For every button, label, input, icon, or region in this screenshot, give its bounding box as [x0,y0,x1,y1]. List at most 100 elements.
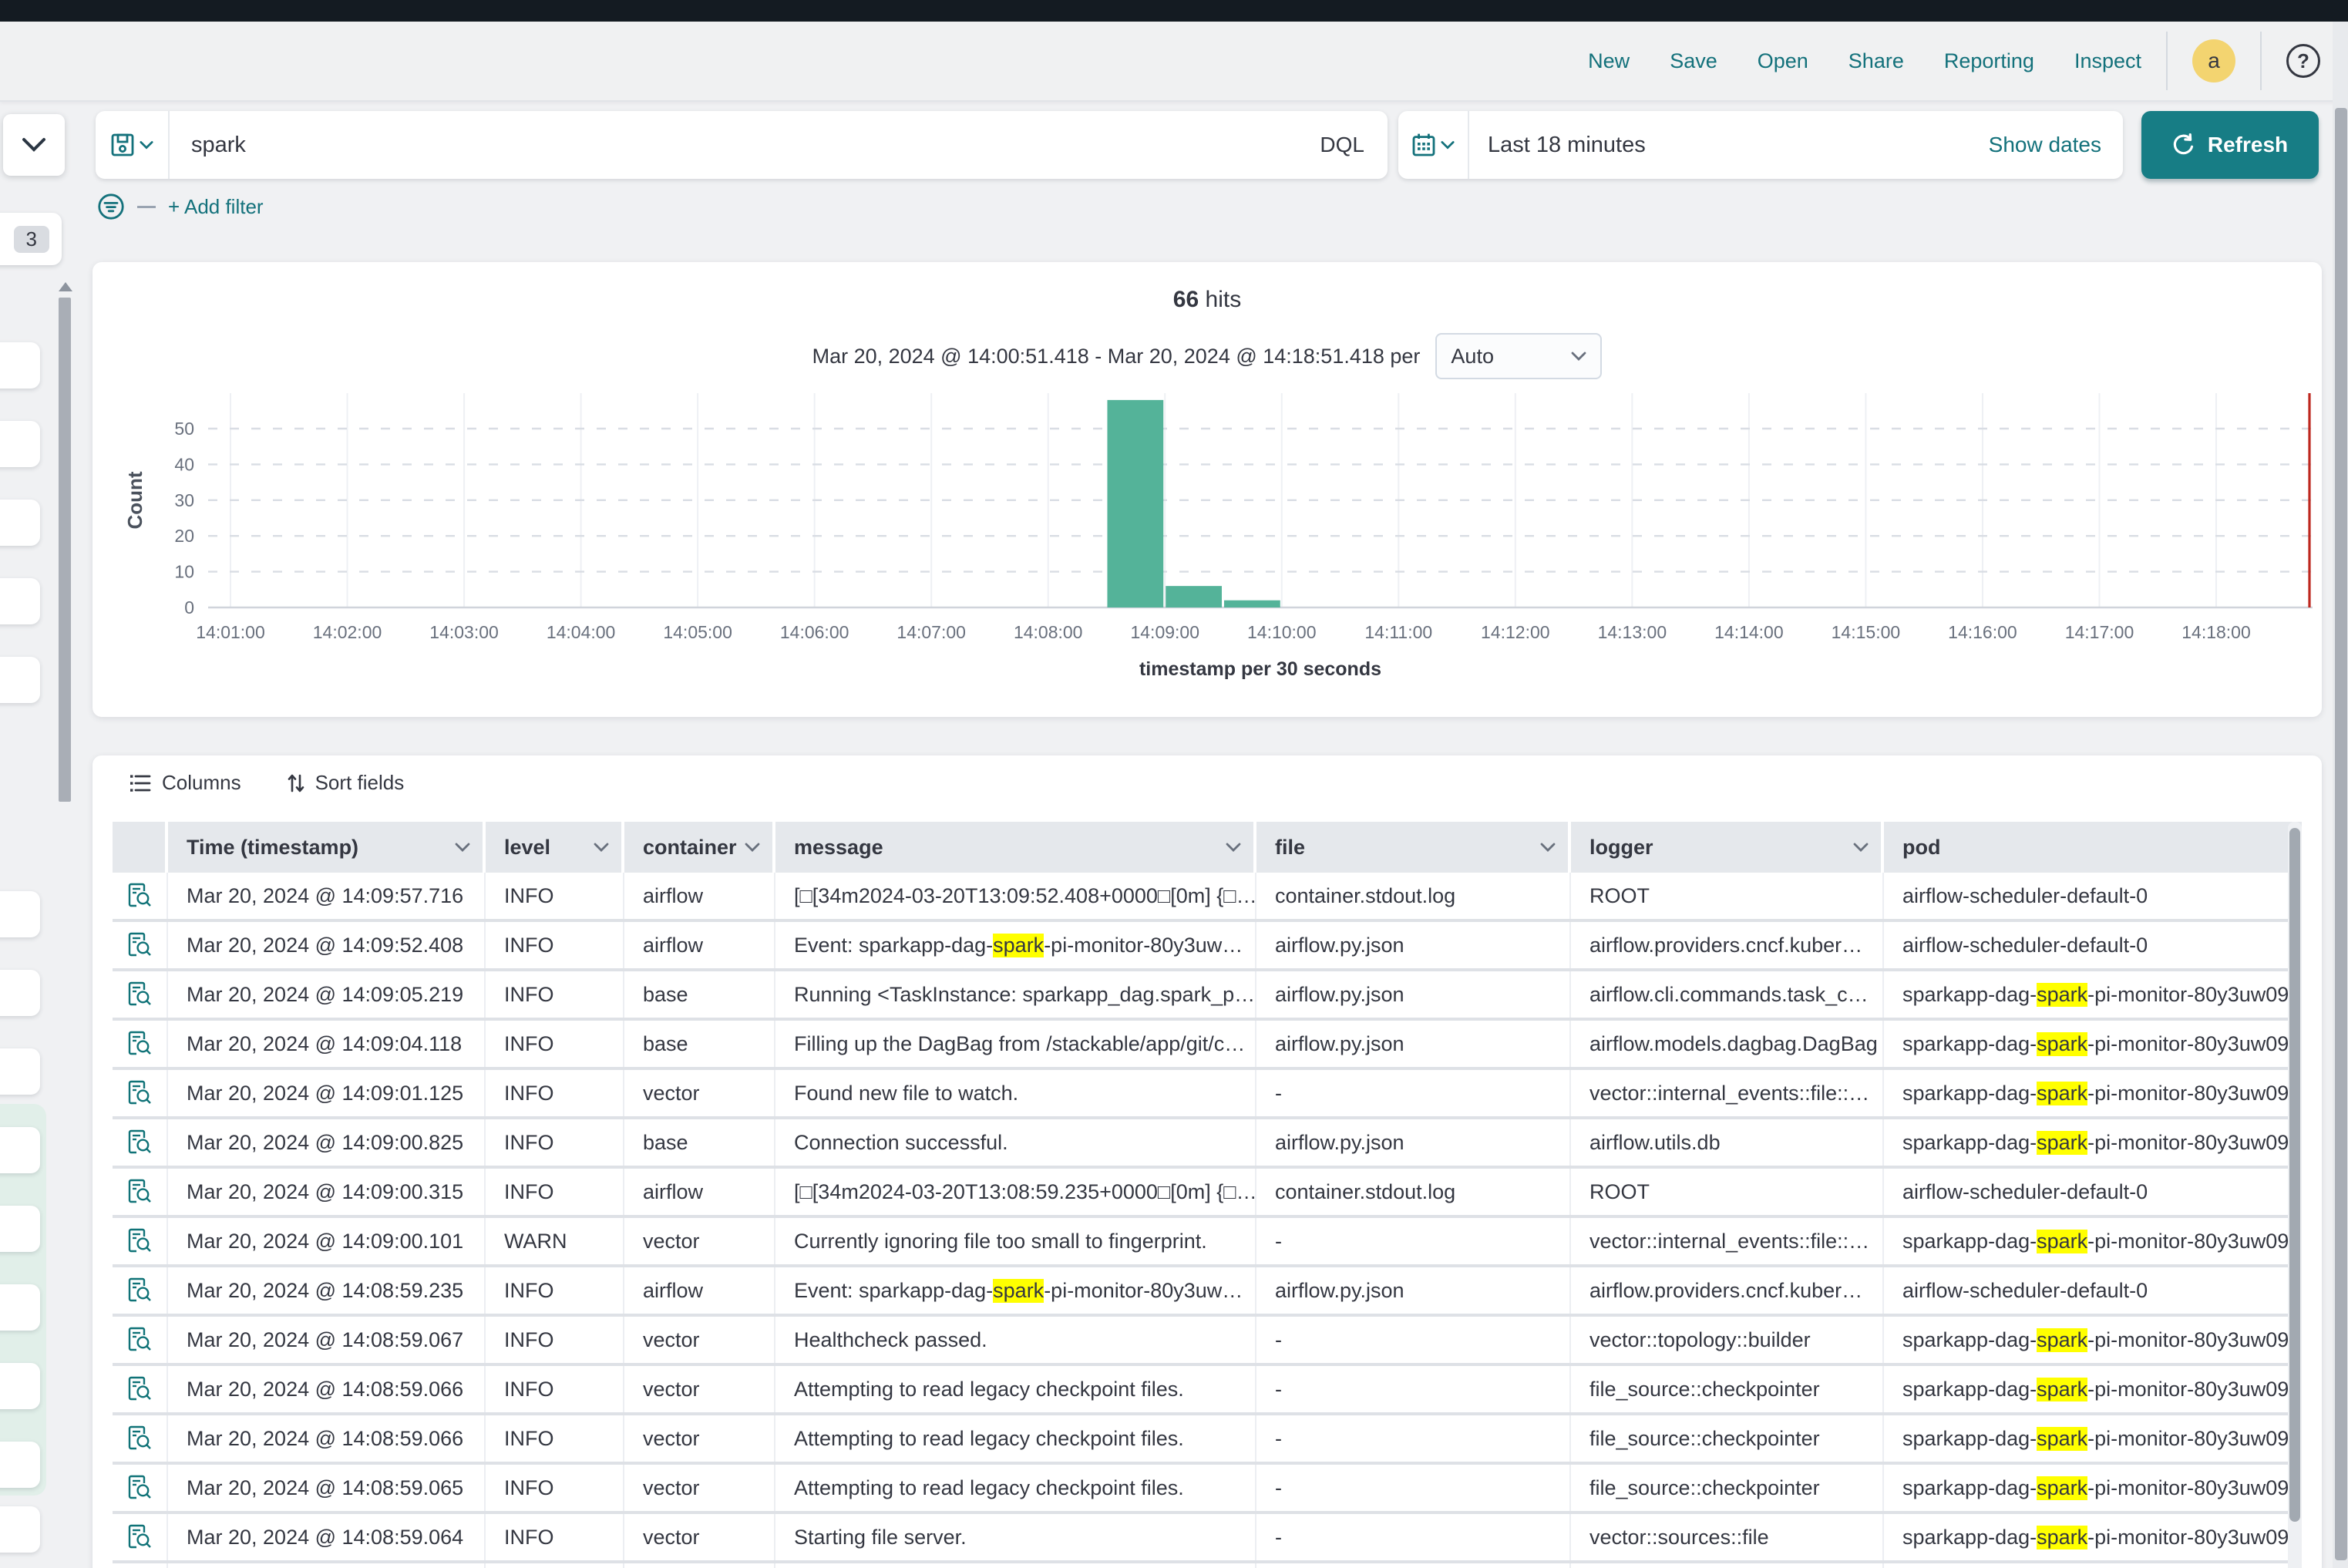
query-language-button[interactable]: DQL [1297,133,1388,157]
field-item-card[interactable] [0,1506,40,1553]
table-row [113,1563,2302,1568]
header-cell-logger[interactable]: logger [1571,822,1884,873]
nav-link-share[interactable]: Share [1848,49,1904,73]
expand-document-icon[interactable] [127,1327,152,1353]
chevron-down-icon[interactable] [594,843,609,852]
expand-cell[interactable] [113,1218,168,1264]
field-item-card[interactable] [0,1442,40,1488]
field-item-card[interactable] [0,1048,40,1095]
field-item-card[interactable] [0,1206,40,1252]
expand-cell[interactable] [113,1366,168,1412]
x-tick-label: 14:12:00 [1481,622,1550,642]
page-scrollbar-thumb[interactable] [2335,108,2347,1560]
time-range-value[interactable]: Last 18 minutes [1469,133,1989,158]
search-highlight: spark [2037,1230,2087,1253]
add-filter-button[interactable]: + Add filter [168,195,264,219]
expand-document-icon[interactable] [127,1179,152,1205]
cell-time: Mar 20, 2024 @ 14:09:57.716 [168,873,486,919]
sidebar-scrollbar[interactable] [59,298,71,802]
expand-cell[interactable] [113,1169,168,1215]
expand-cell[interactable] [113,873,168,919]
histogram-chart[interactable]: 0102030405014:01:0014:02:0014:03:0014:04… [93,262,2322,717]
table-scrollbar[interactable] [2288,822,2302,1568]
field-item-card[interactable] [0,970,40,1016]
header-cell-time-timestamp[interactable]: Time (timestamp) [168,822,486,873]
filter-icon[interactable] [97,193,125,220]
expand-document-icon[interactable] [127,1080,152,1106]
nav-link-save[interactable]: Save [1670,49,1717,73]
search-highlight: spark [2037,983,2087,1007]
cell [168,1563,486,1568]
expand-document-icon[interactable] [127,1277,152,1304]
expand-document-icon[interactable] [127,1031,152,1057]
expand-cell[interactable] [113,1021,168,1067]
collapse-sidebar-button[interactable] [3,114,65,176]
cell-pod: sparkapp-dag-spark-pi-monitor-80y3uw09 [1884,1218,2302,1264]
header-cell-file[interactable]: file [1256,822,1571,873]
sidebar-scroll-up-icon[interactable] [59,282,72,291]
expand-document-icon[interactable] [127,981,152,1008]
avatar[interactable]: a [2192,39,2235,82]
expand-document-icon[interactable] [127,1129,152,1156]
field-item-card[interactable] [0,1284,40,1331]
refresh-button[interactable]: Refresh [2141,111,2319,179]
header-cell-container[interactable]: container [624,822,775,873]
sort-fields-button[interactable]: Sort fields [288,771,405,795]
header-cell-message[interactable]: message [775,822,1256,873]
search-input[interactable]: spark [170,133,1297,158]
expand-document-icon[interactable] [127,932,152,958]
cell-level: WARN [486,1218,624,1264]
nav-link-open[interactable]: Open [1758,49,1808,73]
field-item-card[interactable] [0,421,40,467]
expand-document-icon[interactable] [127,1228,152,1254]
nav-link-reporting[interactable]: Reporting [1944,49,2034,73]
chevron-down-icon[interactable] [1226,843,1241,852]
expand-cell[interactable] [113,971,168,1018]
expand-document-icon[interactable] [127,1475,152,1501]
cell-pod: airflow-scheduler-default-0 [1884,922,2302,968]
help-icon[interactable]: ? [2286,44,2320,78]
chevron-down-icon[interactable] [745,843,760,852]
columns-button[interactable]: Columns [130,771,241,795]
field-item-card[interactable] [0,1363,40,1409]
field-item-card[interactable] [0,1127,40,1173]
header: New Save Open Share Reporting Inspect a ? [0,22,2348,102]
expand-cell[interactable] [113,1465,168,1511]
show-dates-button[interactable]: Show dates [1989,133,2123,157]
nav-link-new[interactable]: New [1588,49,1630,73]
chevron-down-icon[interactable] [455,843,470,852]
expand-cell[interactable] [113,1514,168,1560]
header-cell-level[interactable]: level [486,822,624,873]
remove-field-icon[interactable]: × [0,588,2,614]
chevron-down-icon[interactable] [1853,843,1869,852]
expand-cell[interactable] [113,1415,168,1462]
expand-cell[interactable] [113,1267,168,1314]
expand-document-icon[interactable] [127,883,152,909]
expand-cell[interactable] [113,1070,168,1116]
field-item-card[interactable] [0,500,40,546]
expand-document-icon[interactable] [127,1425,152,1452]
calendar-icon [1411,133,1436,157]
cell-time: Mar 20, 2024 @ 14:08:59.065 [168,1465,486,1511]
table-row: Mar 20, 2024 @ 14:08:59.066INFOvectorAtt… [113,1366,2302,1415]
header-cell-pod[interactable]: pod [1884,822,2302,873]
nav-link-inspect[interactable]: Inspect [2074,49,2141,73]
expand-document-icon[interactable] [127,1524,152,1550]
cell-logger: airflow.models.dagbag.DagBag [1571,1021,1884,1067]
search-highlight: spark [2037,1427,2087,1451]
table-scrollbar-thumb[interactable] [2289,828,2300,1522]
field-item-card[interactable] [0,657,40,703]
saved-query-menu-button[interactable] [96,111,170,179]
cell-logger: airflow.providers.cncf.kuber… [1571,1267,1884,1314]
table-row: Mar 20, 2024 @ 14:08:59.067INFOvectorHea… [113,1317,2302,1366]
chevron-down-icon[interactable] [1540,843,1556,852]
expand-cell[interactable] [113,922,168,968]
table-row: Mar 20, 2024 @ 14:09:00.101WARNvectorCur… [113,1218,2302,1267]
field-item-card[interactable]: × [0,578,40,624]
expand-cell[interactable] [113,1119,168,1166]
field-item-card[interactable] [0,342,40,389]
expand-document-icon[interactable] [127,1376,152,1402]
quick-select-menu-button[interactable] [1398,111,1469,179]
field-item-card[interactable] [0,891,40,937]
expand-cell[interactable] [113,1317,168,1363]
